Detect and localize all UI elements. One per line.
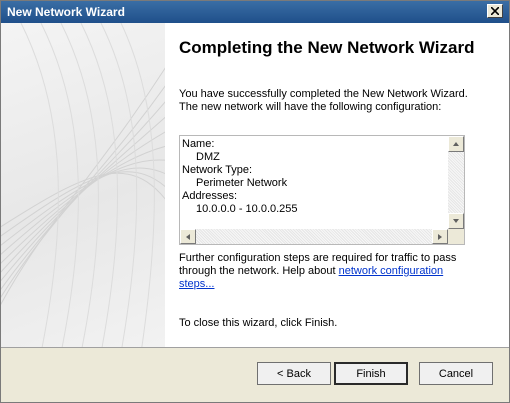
network-type-label: Network Type: [182,164,253,176]
finish-button[interactable]: Finish [334,362,408,385]
close-icon [491,7,499,15]
title-bar: New Network Wizard [1,1,509,23]
intro-text: You have successfully completed the New … [179,88,468,113]
network-type-value: Perimeter Network [196,177,288,189]
configuration-text: Name: DMZ Network Type: Perimeter Networ… [182,138,444,216]
back-button[interactable]: < Back [257,362,331,385]
window-title: New Network Wizard [7,5,125,19]
wave-lines-graphic [1,23,165,347]
wizard-side-art [1,23,165,347]
vertical-scrollbar[interactable] [448,136,464,229]
arrow-right-icon [438,234,442,240]
scrollbar-corner [448,229,464,244]
scroll-left-button[interactable] [180,229,196,244]
page-heading: Completing the New Network Wizard [179,38,475,57]
wizard-window: New Network Wizard Completing the New Ne… [0,0,510,403]
name-value: DMZ [196,151,220,163]
cancel-button[interactable]: Cancel [419,362,493,385]
configuration-summary-box[interactable]: Name: DMZ Network Type: Perimeter Networ… [179,135,465,245]
close-button[interactable] [487,4,503,18]
horizontal-scrollbar[interactable] [180,229,464,244]
close-instruction: To close this wizard, click Finish. [179,317,338,329]
scroll-right-button[interactable] [432,229,448,244]
scroll-up-button[interactable] [448,136,464,152]
addresses-value: 10.0.0.0 - 10.0.0.255 [196,203,298,215]
button-bar: < Back Finish Cancel [1,347,509,402]
further-steps-note: Further configuration steps are required… [179,252,479,291]
arrow-down-icon [453,219,459,223]
arrow-up-icon [453,142,459,146]
name-label: Name: [182,138,215,150]
addresses-label: Addresses: [182,190,238,202]
scroll-down-button[interactable] [448,213,464,229]
arrow-left-icon [186,234,190,240]
